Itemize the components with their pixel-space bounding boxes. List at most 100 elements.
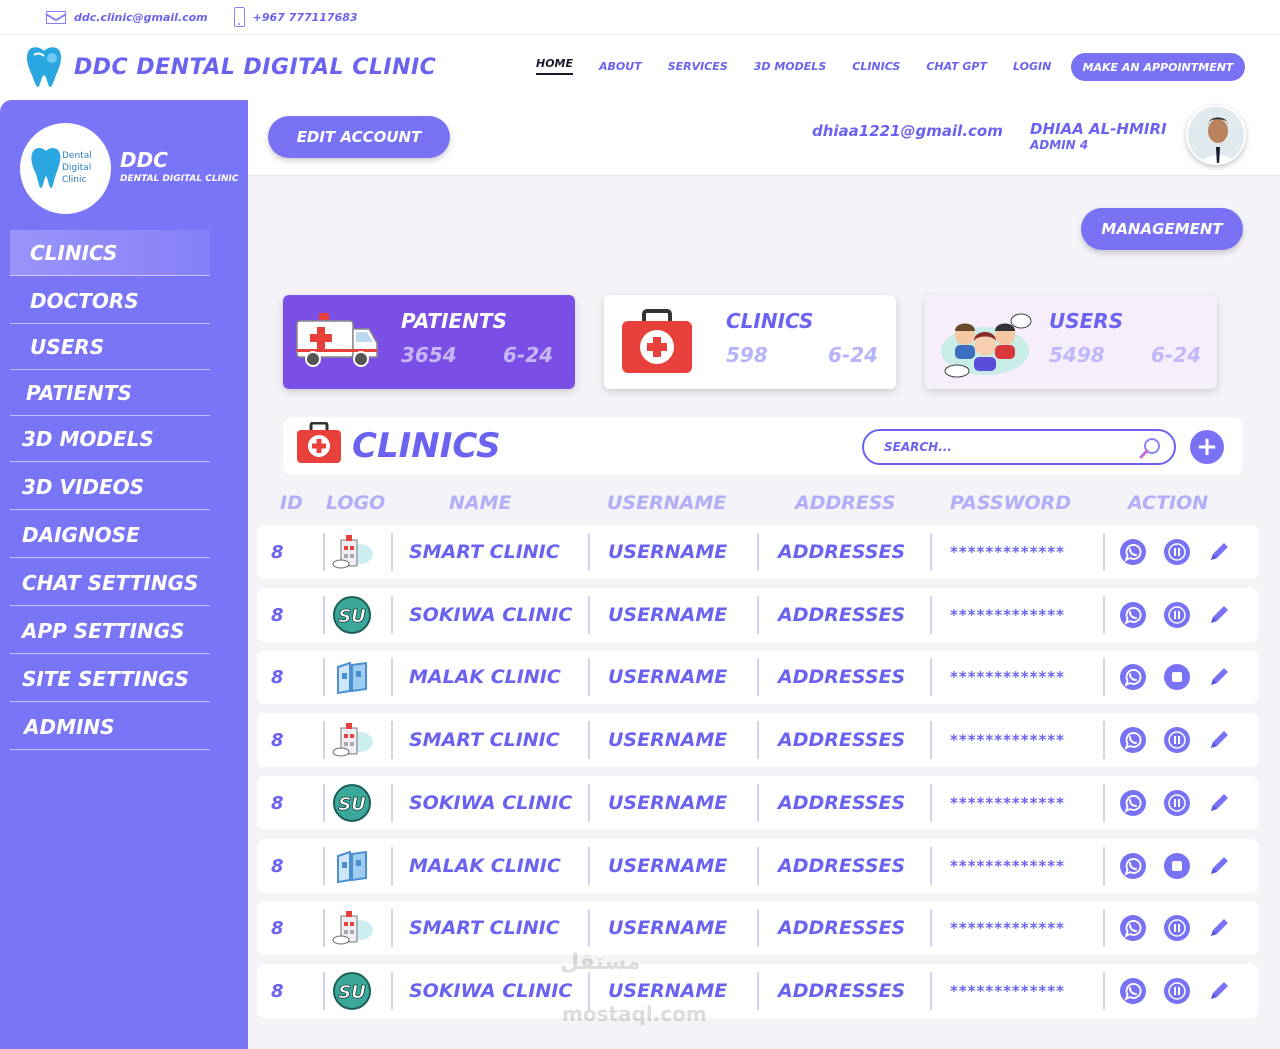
avatar[interactable] <box>1186 105 1246 165</box>
stat-card-users[interactable]: USERS 5498 6-24 <box>925 295 1217 389</box>
clinic-username: USERNAME <box>608 855 728 877</box>
sidebar-item-admins[interactable]: ADMINS <box>10 704 210 750</box>
clinic-name: SMART CLINIC <box>409 729 560 751</box>
sidebar-item-doctors[interactable]: DOCTORS <box>10 278 210 324</box>
edit-pencil-icon[interactable] <box>1205 852 1233 880</box>
sidebar-item-3d-videos[interactable]: 3D VIDEOS <box>10 464 210 510</box>
edit-pencil-icon[interactable] <box>1205 914 1233 942</box>
table-row[interactable]: 8 SMART CLINIC USERNAME ADDRESSES **********… <box>257 525 1259 579</box>
management-button[interactable]: MANAGEMENT <box>1081 208 1243 250</box>
contact-email[interactable]: ddc.clinic@gmail.com <box>46 10 208 24</box>
make-appointment-button[interactable]: MAKE AN APPOINTMENT <box>1071 53 1245 81</box>
clinics-section-title: CLINICS <box>352 426 501 466</box>
column-divider <box>588 533 590 571</box>
table-row[interactable]: 8 MALAK CLINIC USERNAME ADDRESSES **********… <box>257 650 1259 704</box>
clinic-address: ADDRESSES <box>778 917 906 939</box>
brand[interactable]: DDC DENTAL DIGITAL CLINIC <box>24 45 436 89</box>
edit-pencil-icon[interactable] <box>1205 726 1233 754</box>
edit-pencil-icon[interactable] <box>1205 977 1233 1005</box>
stop-icon[interactable] <box>1163 852 1191 880</box>
sidebar-item-clinics[interactable]: CLINICS <box>10 230 210 276</box>
search-input[interactable] <box>884 437 1124 457</box>
pause-icon[interactable] <box>1163 977 1191 1005</box>
pause-icon[interactable] <box>1163 726 1191 754</box>
edit-account-button[interactable]: EDIT ACCOUNT <box>268 116 450 158</box>
pause-icon[interactable] <box>1163 538 1191 566</box>
sidebar-item-users[interactable]: USERS <box>10 324 210 370</box>
clinic-address: ADDRESSES <box>778 666 906 688</box>
clinic-name: SOKIWA CLINIC <box>409 980 573 1002</box>
contact-phone[interactable]: +967 777117683 <box>222 7 358 27</box>
clinic-password: ************* <box>950 794 1065 812</box>
pause-icon[interactable] <box>1163 914 1191 942</box>
column-divider <box>1103 596 1105 634</box>
column-divider <box>588 784 590 822</box>
whatsapp-icon[interactable] <box>1119 914 1147 942</box>
column-divider <box>930 533 932 571</box>
edit-pencil-icon[interactable] <box>1205 538 1233 566</box>
whatsapp-icon[interactable] <box>1119 726 1147 754</box>
logo-line-digital: Digital <box>62 163 91 173</box>
column-divider <box>1103 658 1105 696</box>
row-id: 8 <box>271 729 284 751</box>
add-clinic-button[interactable]: + <box>1190 430 1224 464</box>
phone-icon <box>233 7 245 27</box>
ambulance-icon <box>296 313 378 367</box>
column-divider <box>757 658 759 696</box>
stop-icon[interactable] <box>1163 663 1191 691</box>
nav-chat-gpt[interactable]: CHAT GPT <box>926 60 987 73</box>
table-row[interactable]: 8 SU SOKIWA CLINIC USERNAME ADDRESSES *******… <box>257 588 1259 642</box>
sidebar: Dental Digital Clinic DDC DENTAL DIGITAL… <box>0 100 248 1049</box>
nav-links: HOME ABOUT SERVICES 3D MODELS CLINICS CH… <box>536 57 1051 75</box>
whatsapp-icon[interactable] <box>1119 977 1147 1005</box>
column-divider <box>391 533 393 571</box>
svg-text:SU: SU <box>338 606 366 627</box>
sidebar-item-daignose[interactable]: DAIGNOSE <box>10 512 210 558</box>
nav-services[interactable]: SERVICES <box>668 60 728 73</box>
contact-phone-text: +967 777117683 <box>252 10 358 24</box>
edit-pencil-icon[interactable] <box>1205 663 1233 691</box>
whatsapp-icon[interactable] <box>1119 601 1147 629</box>
column-divider <box>588 909 590 947</box>
malak-clinic-logo <box>323 839 381 893</box>
column-header-name: NAME <box>449 492 512 514</box>
clinic-name: MALAK CLINIC <box>409 666 561 688</box>
stat-card-patients[interactable]: PATIENTS 3654 6-24 <box>283 295 575 389</box>
clinic-name: SMART CLINIC <box>409 917 560 939</box>
stat-card-clinics[interactable]: CLINICS 598 6-24 <box>604 295 896 389</box>
sidebar-brand: DDC DENTAL DIGITAL CLINIC <box>120 148 238 184</box>
table-row[interactable]: 8 MALAK CLINIC USERNAME ADDRESSES **********… <box>257 839 1259 893</box>
nav-home[interactable]: HOME <box>536 57 574 75</box>
stat-users-date: 6-24 <box>1151 343 1202 367</box>
pause-icon[interactable] <box>1163 789 1191 817</box>
sidebar-item-app-settings[interactable]: APP SETTINGS <box>10 608 210 654</box>
sidebar-item-3d-models[interactable]: 3D MODELS <box>10 416 210 462</box>
whatsapp-icon[interactable] <box>1119 789 1147 817</box>
ddc-logo-icon: Dental Digital Clinic <box>30 147 91 188</box>
whatsapp-icon[interactable] <box>1119 538 1147 566</box>
table-row[interactable]: 8 SU SOKIWA CLINIC USERNAME ADDRESSES *******… <box>257 776 1259 830</box>
sidebar-item-patients[interactable]: PATIENTS <box>10 370 210 416</box>
sidebar-item-site-settings[interactable]: SITE SETTINGS <box>10 656 210 702</box>
clinic-address: ADDRESSES <box>778 980 906 1002</box>
sidebar-item-chat-settings[interactable]: CHAT SETTINGS <box>10 560 210 606</box>
table-row[interactable]: 8 SU SOKIWA CLINIC USERNAME ADDRESSES *******… <box>257 964 1259 1018</box>
whatsapp-icon[interactable] <box>1119 663 1147 691</box>
clinic-address: ADDRESSES <box>778 604 906 626</box>
clinic-password: ************* <box>950 857 1065 875</box>
nav-3d-models[interactable]: 3D MODELS <box>754 60 827 73</box>
edit-pencil-icon[interactable] <box>1205 789 1233 817</box>
stat-patients-date: 6-24 <box>503 343 554 367</box>
search-icon[interactable] <box>1138 436 1162 460</box>
edit-pencil-icon[interactable] <box>1205 601 1233 629</box>
table-row[interactable]: 8 SMART CLINIC USERNAME ADDRESSES **********… <box>257 901 1259 955</box>
whatsapp-icon[interactable] <box>1119 852 1147 880</box>
column-divider <box>1103 909 1105 947</box>
nav-clinics[interactable]: CLINICS <box>852 60 900 73</box>
nav-about[interactable]: ABOUT <box>599 60 642 73</box>
table-row[interactable]: 8 SMART CLINIC USERNAME ADDRESSES **********… <box>257 713 1259 767</box>
nav-login[interactable]: LOGIN <box>1013 60 1051 73</box>
column-divider <box>930 784 932 822</box>
column-divider <box>391 658 393 696</box>
pause-icon[interactable] <box>1163 601 1191 629</box>
